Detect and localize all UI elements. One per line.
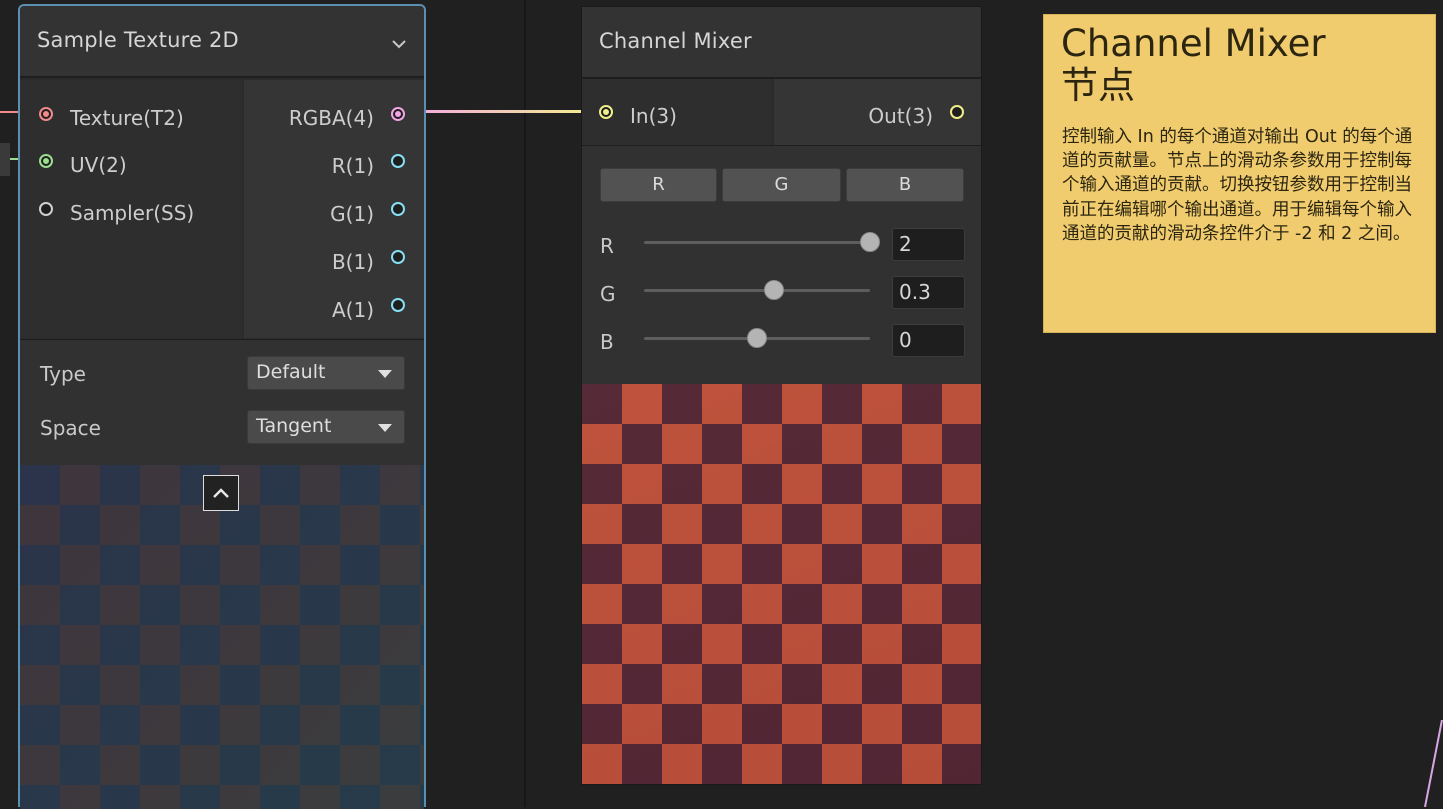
slider-knob-r[interactable] [860,232,880,252]
value-g: 0.3 [899,280,931,304]
type-dropdown-value: Default [256,361,326,383]
space-dropdown[interactable]: Tangent [247,410,405,444]
note-title-line1: Channel Mixer [1061,22,1326,65]
out-port-dot[interactable] [950,105,964,119]
output-port-g[interactable]: G(1) [330,202,374,226]
slider-track-g[interactable] [644,289,870,292]
chevron-up-icon [213,488,229,498]
texture-port-dot[interactable] [39,107,53,121]
value-field-r[interactable]: 2 [892,228,965,261]
input-port-sampler[interactable]: Sampler(SS) [70,201,194,225]
slider-knob-g[interactable] [763,280,784,300]
channel-button-b[interactable]: B [846,168,964,202]
node-header[interactable]: Channel Mixer [582,7,981,79]
note-title: Channel Mixer 节点 [1061,23,1326,107]
space-dropdown-value: Tangent [256,415,332,437]
note-body: 控制输入 In 的每个通道对输出 Out 的每个通道的贡献量。节点上的滑动条参数… [1062,127,1413,244]
b-port-dot[interactable] [391,250,405,264]
chevron-down-icon[interactable] [392,40,406,49]
space-label: Space [40,416,101,440]
slider-track-r[interactable] [644,241,870,244]
input-port-uv[interactable]: UV(2) [70,153,127,177]
node-title: Channel Mixer [599,29,752,53]
dropdown-arrow-icon [378,370,392,378]
canvas-grid-line [524,0,526,807]
type-dropdown[interactable]: Default [247,356,405,390]
channel-button-r[interactable]: R [600,168,717,202]
slider-label-g: G [600,282,616,306]
slider-knob-b[interactable] [747,328,767,348]
value-b: 0 [899,328,912,352]
sticky-note[interactable]: Channel Mixer 节点 控制输入 In 的每个通道对输出 Out 的每… [1043,14,1436,333]
output-port-rgba[interactable]: RGBA(4) [289,106,374,130]
value-field-b[interactable]: 0 [892,324,965,357]
uv-source-stub [0,143,10,176]
node-title: Sample Texture 2D [37,28,239,52]
preview-texture-overlay [20,465,424,809]
type-label: Type [40,362,86,386]
r-port-dot[interactable] [391,154,405,168]
input-port-in[interactable]: In(3) [630,104,677,128]
value-r: 2 [899,232,912,256]
output-port-b[interactable]: B(1) [332,250,374,274]
channel-button-g[interactable]: G [722,168,841,202]
a-port-dot[interactable] [391,298,405,312]
g-port-dot[interactable] [391,202,405,216]
input-port-texture[interactable]: Texture(T2) [70,106,184,130]
mixer-preview-overlay [582,384,981,784]
node-header[interactable]: Sample Texture 2D [20,6,424,78]
sampler-port-dot[interactable] [39,202,53,216]
in-port-dot[interactable] [599,105,613,119]
value-field-g[interactable]: 0.3 [892,276,965,309]
output-port-out[interactable]: Out(3) [868,104,933,128]
preview-toggle-button[interactable] [203,475,239,511]
output-port-r[interactable]: R(1) [332,154,374,178]
rgba-port-dot[interactable] [391,107,405,121]
sample-texture-2d-node[interactable]: Sample Texture 2D Texture(T2) UV(2) Samp… [18,4,426,809]
dropdown-arrow-icon [378,424,392,432]
slider-label-b: B [600,330,614,354]
rgba-to-in-wire[interactable] [402,110,600,113]
note-title-line2: 节点 [1061,64,1135,107]
offscreen-wire[interactable] [1415,720,1443,807]
slider-label-r: R [600,234,614,258]
uv-port-dot[interactable] [39,154,53,168]
output-port-a[interactable]: A(1) [332,298,374,322]
